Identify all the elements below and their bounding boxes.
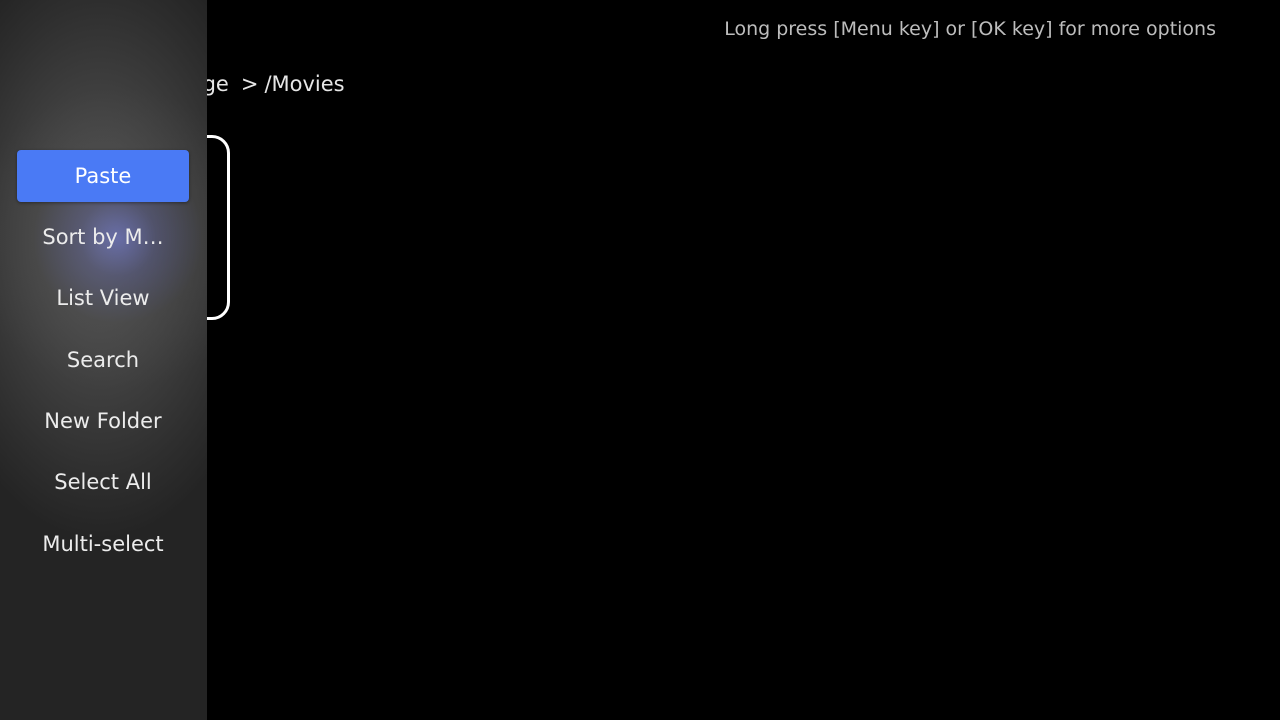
options-menu-panel: Paste Sort by M… List View Search New Fo… [0, 0, 207, 720]
menu-item-multi-select[interactable]: Multi-select [17, 518, 189, 570]
menu-item-new-folder[interactable]: New Folder [17, 395, 189, 447]
breadcrumb-current: /Movies [264, 72, 345, 96]
menu-item-list-view[interactable]: List View [17, 272, 189, 324]
menu-item-paste[interactable]: Paste [17, 150, 189, 202]
options-hint: Long press [Menu key] or [OK key] for mo… [724, 18, 1216, 40]
file-manager-screen: Long press [Menu key] or [OK key] for mo… [0, 0, 1280, 720]
menu-item-sort-by[interactable]: Sort by M… [17, 211, 189, 263]
menu-item-search[interactable]: Search [17, 334, 189, 386]
menu-item-select-all[interactable]: Select All [17, 456, 189, 508]
breadcrumb-separator: > [240, 72, 259, 96]
